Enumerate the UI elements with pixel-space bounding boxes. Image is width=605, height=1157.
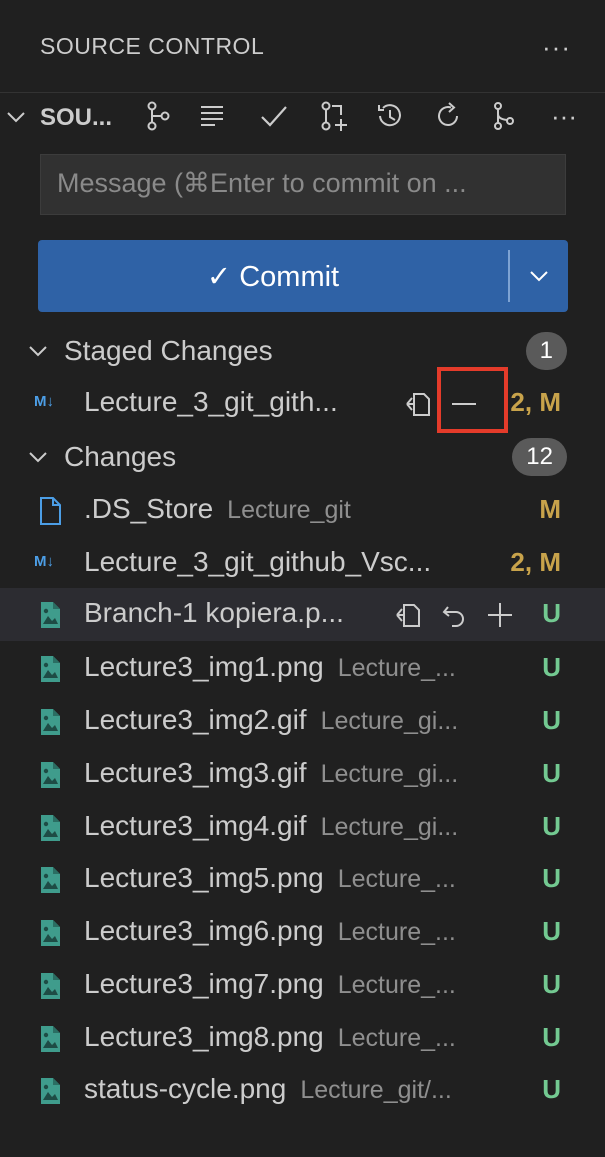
staged-changes-header[interactable]: Staged Changes 1 [0, 326, 605, 376]
file-name: Lecture3_img3.gif Lecture_gi... [84, 757, 459, 788]
image-icon [41, 602, 60, 628]
commit-dropdown-button[interactable] [510, 240, 568, 312]
file-status: U [542, 969, 561, 999]
file-name: Lecture3_img2.gif Lecture_gi... [84, 704, 459, 735]
commit-message-input[interactable]: Message (⌘Enter to commit on ... [40, 154, 566, 215]
staged-count-badge: 1 [525, 332, 567, 370]
file-directory: Lecture_git [227, 496, 351, 524]
image-icon [41, 867, 60, 893]
chevron-down-icon[interactable] [26, 339, 50, 363]
chevron-down-icon[interactable] [26, 445, 50, 469]
file-status: U [542, 863, 561, 893]
change-file-row[interactable]: Branch-1 kopiera.p... U [0, 588, 605, 641]
file-directory: Lecture_gi... [320, 760, 459, 788]
file-directory: Lecture_... [337, 918, 456, 946]
file-name: Lecture_3_git_gith... [84, 386, 338, 417]
section-more-icon[interactable]: ··· [544, 96, 584, 136]
file-status: U [542, 1074, 561, 1104]
history-icon[interactable] [370, 96, 410, 136]
image-icon [41, 815, 60, 841]
check-icon[interactable] [254, 96, 294, 136]
file-name: .DS_Store Lecture_git [84, 493, 351, 524]
repository-name: SOU... [40, 104, 113, 131]
pull-request-icon[interactable] [314, 96, 354, 136]
file-status: U [542, 705, 561, 735]
change-file-row[interactable]: .DS_Store Lecture_git M [0, 484, 605, 537]
changes-header[interactable]: Changes 12 [0, 432, 605, 482]
change-file-row[interactable]: Lecture3_img8.png Lecture_... U [0, 1012, 605, 1065]
image-icon [41, 973, 60, 999]
change-file-row[interactable]: Lecture3_img2.gif Lecture_gi... U [0, 695, 605, 748]
row-actions [388, 596, 526, 634]
markdown-icon: M↓ [34, 553, 54, 570]
graph-icon[interactable] [138, 96, 178, 136]
panel-header: SOURCE CONTROL ··· [0, 0, 605, 92]
changes-count-badge: 12 [512, 438, 567, 476]
file-name: status-cycle.png Lecture_git/... [84, 1073, 452, 1104]
file-directory: Lecture_git/... [300, 1076, 452, 1104]
discard-changes-icon[interactable] [434, 596, 474, 634]
file-status: U [542, 916, 561, 946]
change-file-row[interactable]: Lecture3_img7.png Lecture_... U [0, 959, 605, 1012]
image-icon [41, 1078, 60, 1104]
image-icon [41, 1026, 60, 1052]
list-icon[interactable] [192, 96, 232, 136]
image-icon [41, 709, 60, 735]
file-directory: Lecture_... [337, 654, 456, 682]
unstage-highlight [437, 367, 508, 433]
chevron-down-icon[interactable] [4, 105, 28, 129]
file-status: U [542, 652, 561, 682]
file-directory: Lecture_... [337, 1024, 456, 1052]
file-directory: Lecture_... [337, 865, 456, 893]
file-name: Lecture3_img5.png Lecture_... [84, 862, 456, 893]
open-file-icon[interactable] [388, 596, 428, 634]
file-name: Lecture_3_git_github_Vsc... [84, 546, 432, 577]
staged-changes-label: Staged Changes [64, 335, 273, 366]
file-status: 2, M [510, 547, 561, 577]
file-directory: Lecture_gi... [320, 813, 459, 841]
stage-changes-icon[interactable] [480, 596, 520, 634]
change-file-row[interactable]: Lecture3_img1.png Lecture_... U [0, 642, 605, 695]
file-icon [40, 497, 61, 525]
file-name: Lecture3_img8.png Lecture_... [84, 1021, 456, 1052]
file-status: U [542, 598, 561, 628]
change-file-row[interactable]: Lecture3_img5.png Lecture_... U [0, 853, 605, 906]
branch-icon[interactable] [484, 96, 524, 136]
file-status: U [542, 1022, 561, 1052]
panel-more-icon[interactable]: ··· [542, 32, 571, 63]
refresh-icon[interactable] [428, 96, 468, 136]
file-status: M [539, 494, 561, 524]
file-name: Branch-1 kopiera.p... [84, 597, 344, 628]
change-file-row[interactable]: M↓ Lecture_3_git_github_Vsc... 2, M [0, 537, 605, 590]
file-directory: Lecture_gi... [320, 707, 459, 735]
open-file-icon[interactable] [398, 385, 438, 423]
staged-file-row[interactable]: M↓ Lecture_3_git_gith... 2, M [0, 377, 605, 430]
file-name: Lecture3_img4.gif Lecture_gi... [84, 810, 459, 841]
change-file-row[interactable]: Lecture3_img3.gif Lecture_gi... U [0, 748, 605, 801]
chevron-down-icon [530, 271, 548, 282]
commit-button[interactable]: ✓ Commit [38, 240, 568, 312]
file-status: 2, M [510, 387, 561, 417]
image-icon [41, 656, 60, 682]
file-status: U [542, 758, 561, 788]
change-file-row[interactable]: Lecture3_img6.png Lecture_... U [0, 906, 605, 959]
file-name: Lecture3_img6.png Lecture_... [84, 915, 456, 946]
file-directory: Lecture_... [337, 971, 456, 999]
changes-label: Changes [64, 441, 177, 472]
markdown-icon: M↓ [34, 393, 54, 410]
commit-button-label: ✓ Commit [206, 260, 340, 293]
image-icon [41, 762, 60, 788]
panel-title: SOURCE CONTROL [40, 32, 265, 59]
file-status: U [542, 811, 561, 841]
file-name: Lecture3_img7.png Lecture_... [84, 968, 456, 999]
change-file-row[interactable]: Lecture3_img4.gif Lecture_gi... U [0, 801, 605, 854]
change-file-row[interactable]: status-cycle.png Lecture_git/... U [0, 1064, 605, 1117]
image-icon [41, 920, 60, 946]
file-name: Lecture3_img1.png Lecture_... [84, 651, 456, 682]
